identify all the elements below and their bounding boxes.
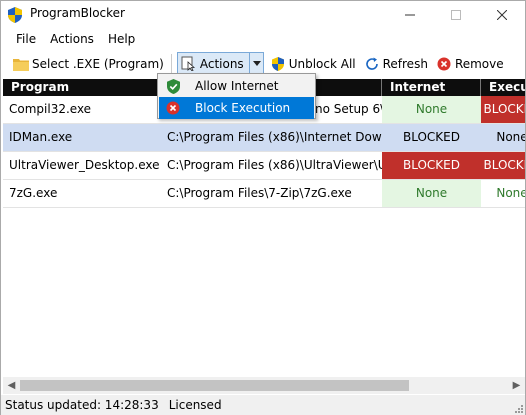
license-status: Licensed — [168, 398, 222, 412]
actions-label: Actions — [199, 56, 244, 71]
status-bar: Status updated: 14:28:33 Licensed — [1, 395, 525, 415]
block-x-icon — [165, 100, 181, 116]
cell-path: C:\Program Files\7-Zip\7zG.exe — [167, 186, 352, 200]
close-icon — [497, 9, 507, 20]
cell-program: Compil32.exe — [9, 102, 92, 116]
select-exe-label: Select .EXE (Program) — [32, 56, 164, 71]
cell-path: C:\Program Files (x86)\Internet Download… — [167, 130, 382, 144]
scroll-left-icon[interactable]: ◀ — [3, 377, 20, 394]
horizontal-scrollbar[interactable]: ◀ ▶ — [3, 377, 525, 394]
header-execution[interactable]: Execution — [481, 79, 525, 96]
shield-app-icon — [8, 7, 22, 23]
shield-icon — [270, 56, 286, 72]
allow-internet-label: Allow Internet — [195, 79, 279, 93]
cell-execution: BLOCKED — [481, 96, 525, 123]
menu-actions[interactable]: Actions — [43, 28, 101, 50]
folder-icon — [13, 56, 29, 72]
scrollbar-thumb[interactable] — [20, 380, 409, 391]
remove-icon — [436, 56, 452, 72]
unblock-all-button[interactable]: Unblock All — [266, 52, 360, 75]
menu-item-allow-internet[interactable]: Allow Internet — [159, 75, 314, 97]
status-updated: Status updated: 14:28:33 — [5, 398, 159, 412]
unblock-all-label: Unblock All — [288, 56, 356, 71]
shield-check-icon — [165, 78, 181, 94]
cell-execution: None — [496, 186, 525, 200]
cell-internet: None — [382, 180, 481, 207]
header-program[interactable]: Program — [3, 79, 161, 96]
menu-bar: File Actions Help — [1, 28, 525, 50]
actions-dropdown-button[interactable]: Actions — [176, 52, 264, 75]
cell-internet: BLOCKED — [402, 130, 460, 144]
refresh-label: Refresh — [382, 56, 428, 71]
cell-program: 7zG.exe — [9, 186, 58, 200]
refresh-icon — [364, 56, 380, 72]
window-title: ProgramBlocker — [30, 6, 125, 20]
menu-item-block-execution[interactable]: Block Execution — [159, 97, 314, 119]
remove-button[interactable]: Remove — [432, 52, 508, 75]
cell-program: IDMan.exe — [9, 130, 73, 144]
chevron-down-icon — [248, 53, 261, 74]
menu-help[interactable]: Help — [101, 28, 142, 50]
cell-execution: None — [496, 130, 525, 144]
table-row[interactable]: 7zG.exe C:\Program Files\7-Zip\7zG.exe N… — [3, 180, 525, 208]
maximize-button[interactable] — [433, 1, 479, 28]
close-button[interactable] — [479, 1, 525, 28]
actions-dropdown-menu: Allow Internet Block Execution — [157, 73, 316, 119]
cell-path: C:\Program Files (x86)\UltraViewer\Ultra… — [167, 158, 382, 172]
table-row[interactable]: IDMan.exe C:\Program Files (x86)\Interne… — [3, 124, 525, 152]
cursor-window-icon — [181, 56, 197, 72]
maximize-icon — [451, 9, 461, 20]
title-bar: ProgramBlocker — [1, 1, 525, 28]
scroll-right-icon[interactable]: ▶ — [508, 377, 525, 394]
block-execution-label: Block Execution — [195, 101, 291, 115]
refresh-button[interactable]: Refresh — [360, 52, 432, 75]
toolbar-separator — [170, 54, 172, 73]
remove-label: Remove — [454, 56, 504, 71]
app-window: ProgramBlocker File Actions Help Select … — [0, 0, 526, 415]
table-row[interactable]: UltraViewer_Desktop.exe C:\Program Files… — [3, 152, 525, 180]
program-grid: Program Path Internet Execution Compil32… — [3, 79, 525, 377]
minimize-icon — [405, 14, 415, 15]
cell-internet: BLOCKED — [382, 152, 481, 179]
resize-grip-icon[interactable] — [513, 403, 523, 413]
cell-internet: None — [382, 96, 481, 123]
select-exe-button[interactable]: Select .EXE (Program) — [9, 52, 168, 75]
menu-file[interactable]: File — [9, 28, 43, 50]
cell-execution: BLOCKED — [481, 152, 525, 179]
header-internet[interactable]: Internet — [382, 79, 481, 96]
cell-program: UltraViewer_Desktop.exe — [9, 158, 160, 172]
minimize-button[interactable] — [387, 1, 433, 28]
